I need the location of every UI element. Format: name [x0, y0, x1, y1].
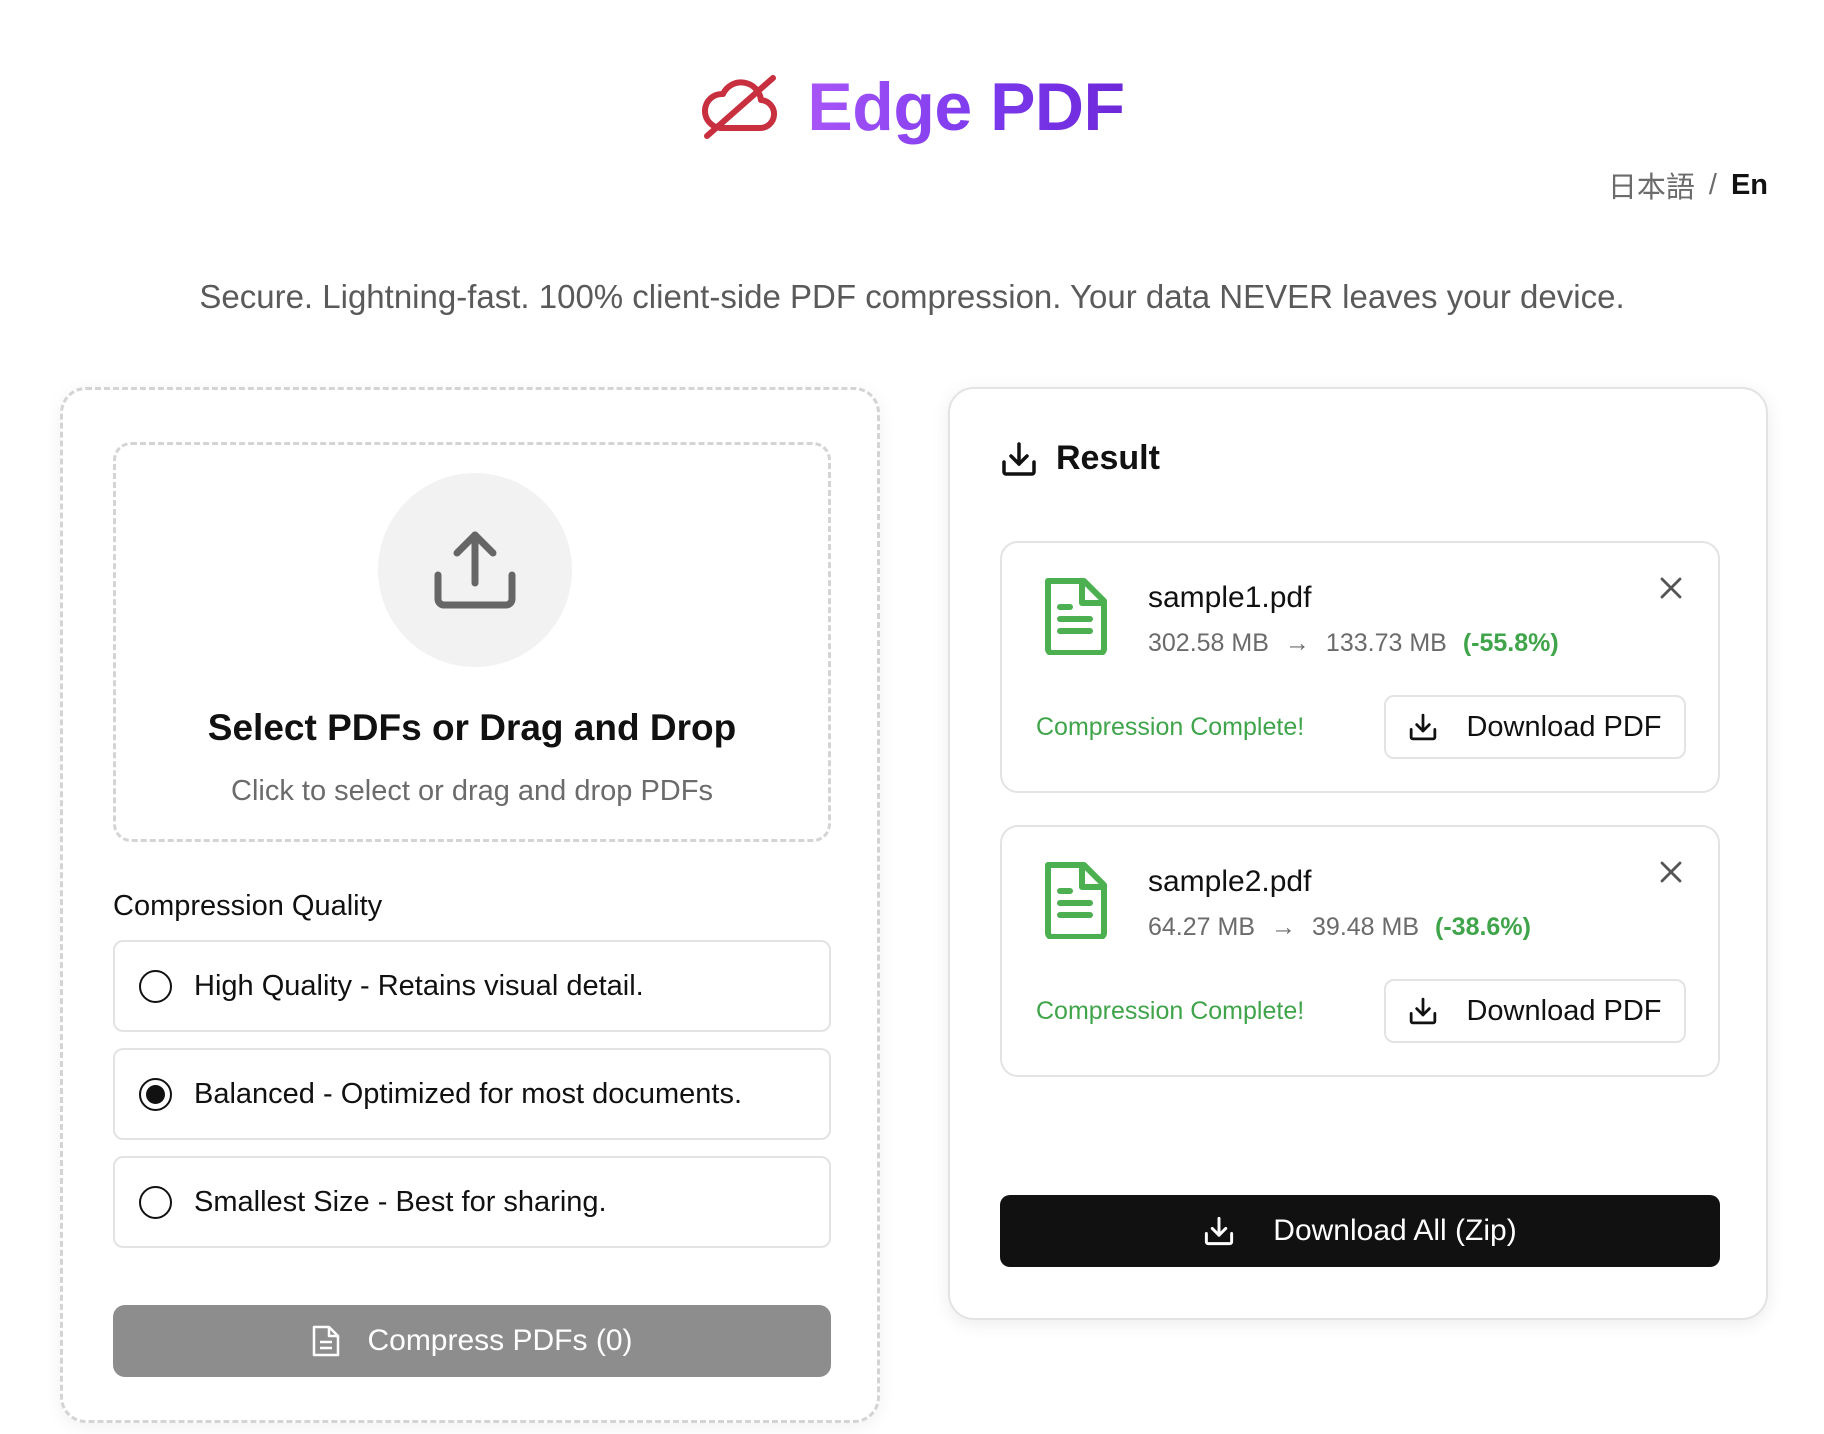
- quality-option-label: Smallest Size - Best for sharing.: [194, 1185, 607, 1218]
- pdf-dropzone[interactable]: Select PDFs or Drag and Drop Click to se…: [113, 442, 831, 842]
- upload-icon-circle: [378, 473, 572, 667]
- quality-option-label: Balanced - Optimized for most documents.: [194, 1077, 743, 1110]
- compressed-size: 133.73 MB: [1325, 629, 1447, 657]
- reduction-percent: (-38.6%): [1435, 913, 1531, 941]
- dropzone-subtitle: Click to select or drag and drop PDFs: [231, 775, 713, 807]
- file-sizes: 302.58 MB → 133.73 MB (-55.8%): [1148, 629, 1559, 658]
- quality-option-label: High Quality - Retains visual detail.: [194, 969, 644, 1002]
- app-title: Edge PDF: [807, 69, 1125, 145]
- radio-smallest[interactable]: [139, 1185, 172, 1219]
- file-card: sample1.pdf 302.58 MB → 133.73 MB (-55.8…: [1000, 541, 1720, 793]
- close-icon[interactable]: [1654, 571, 1688, 605]
- pdf-file-icon: [1045, 862, 1107, 939]
- pdf-file-icon: [1045, 578, 1107, 655]
- file-name: sample2.pdf: [1148, 865, 1312, 898]
- file-sizes: 64.27 MB → 39.48 MB (-38.6%): [1148, 913, 1531, 942]
- download-pdf-button[interactable]: Download PDF: [1384, 695, 1686, 759]
- download-pdf-button[interactable]: Download PDF: [1384, 979, 1686, 1043]
- cloud-off-icon: [699, 72, 781, 142]
- dropzone-title: Select PDFs or Drag and Drop: [207, 707, 737, 748]
- compression-quality-heading: Compression Quality: [113, 890, 383, 922]
- quality-option-high[interactable]: High Quality - Retains visual detail.: [113, 940, 831, 1032]
- arrow-right-icon: →: [1271, 913, 1297, 941]
- lang-japanese-link[interactable]: 日本語: [1608, 164, 1695, 206]
- radio-balanced[interactable]: [139, 1077, 172, 1111]
- arrow-right-icon: →: [1284, 629, 1310, 657]
- download-all-label: Download All (Zip): [1273, 1214, 1517, 1247]
- tagline: Secure. Lightning-fast. 100% client-side…: [199, 278, 1625, 315]
- result-title: Result: [1056, 439, 1160, 477]
- compress-pdfs-button[interactable]: Compress PDFs (0): [113, 1305, 831, 1377]
- download-all-zip-button[interactable]: Download All (Zip): [1000, 1195, 1720, 1267]
- result-header: Result: [1000, 439, 1160, 478]
- document-icon: [313, 1325, 340, 1357]
- compression-status: Compression Complete!: [1036, 713, 1305, 741]
- upload-panel: Select PDFs or Drag and Drop Click to se…: [60, 387, 880, 1423]
- download-pdf-label: Download PDF: [1466, 994, 1662, 1027]
- reduction-percent: (-55.8%): [1462, 629, 1559, 657]
- lang-english-link[interactable]: En: [1731, 169, 1768, 202]
- download-icon: [1410, 713, 1437, 741]
- quality-option-balanced[interactable]: Balanced - Optimized for most documents.: [113, 1048, 831, 1140]
- result-panel: Result sample1.pdf 302.58 MB → 133.73 MB…: [948, 387, 1768, 1320]
- download-icon: [1002, 441, 1036, 476]
- original-size: 302.58 MB: [1148, 629, 1269, 657]
- quality-option-smallest[interactable]: Smallest Size - Best for sharing.: [113, 1156, 831, 1248]
- upload-icon: [434, 531, 516, 609]
- original-size: 64.27 MB: [1148, 913, 1256, 941]
- radio-high[interactable]: [139, 969, 172, 1003]
- download-pdf-label: Download PDF: [1466, 710, 1662, 743]
- close-icon[interactable]: [1654, 855, 1688, 889]
- compressed-size: 39.48 MB: [1312, 913, 1420, 941]
- download-icon: [1410, 997, 1437, 1025]
- download-icon: [1205, 1216, 1234, 1246]
- compression-status: Compression Complete!: [1036, 997, 1305, 1025]
- compress-button-label: Compress PDFs (0): [367, 1324, 633, 1357]
- language-switcher: 日本語 / En: [1608, 164, 1768, 206]
- file-card: sample2.pdf 64.27 MB → 39.48 MB (-38.6%)…: [1000, 825, 1720, 1077]
- file-name: sample1.pdf: [1148, 581, 1312, 614]
- lang-separator: /: [1708, 168, 1717, 201]
- app-header: Edge PDF: [0, 62, 1824, 152]
